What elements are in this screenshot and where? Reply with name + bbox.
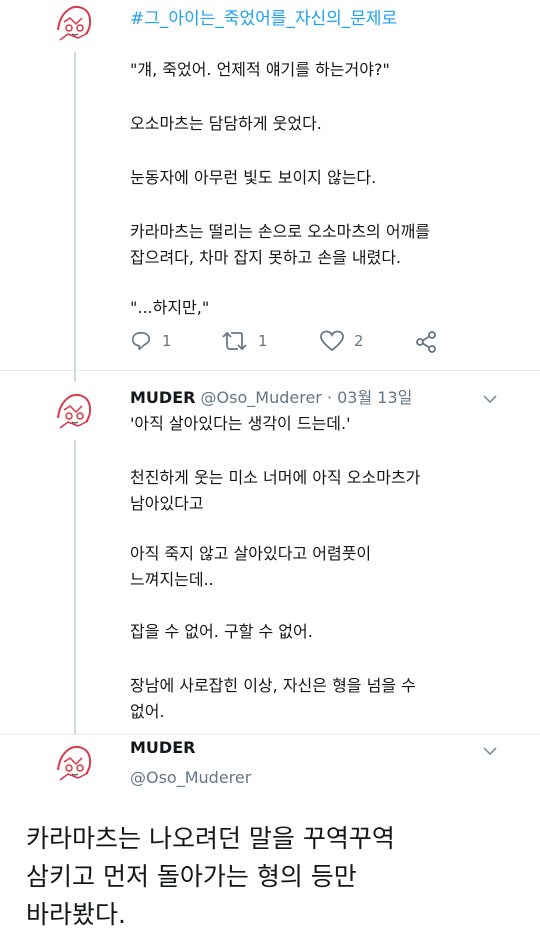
- reply-button[interactable]: 1: [130, 330, 172, 352]
- chevron-down-icon[interactable]: [482, 390, 498, 409]
- tweet-divider: [0, 734, 540, 735]
- share-button[interactable]: [414, 330, 438, 354]
- tweet-line: 바라봤다.: [26, 900, 126, 929]
- avatar[interactable]: [50, 740, 98, 788]
- tweet-line: 잡으려다, 차마 잡지 못하고 손을 내렸다.: [130, 248, 402, 267]
- handle[interactable]: @Oso_Muderer: [130, 768, 251, 787]
- thread-line-mid: [74, 440, 76, 735]
- reply-icon: [130, 330, 152, 352]
- like-count: 2: [354, 332, 364, 350]
- tweet-header: MUDER @Oso_Muderer · 03월 13일: [130, 384, 412, 408]
- tweet-line: 카라마츠는 떨리는 손으로 오소마츠의 어깨를: [130, 222, 431, 241]
- reply-count: 1: [162, 332, 172, 350]
- tweet-line: 카라마츠는 나오려던 말을 꾸역꾸역: [26, 824, 395, 853]
- tweet-line: "걔, 죽었어. 언제적 얘기를 하는거야?": [130, 60, 390, 79]
- thread-line-top: [74, 52, 76, 382]
- tweet-line: 아직 죽지 않고 살아있다고 어렴풋이: [130, 544, 372, 563]
- tweet-line: 천진하게 웃는 미소 너머에 아직 오소마츠가: [130, 468, 421, 487]
- retweet-count: 1: [258, 332, 268, 350]
- display-name[interactable]: MUDER: [130, 738, 195, 757]
- tweet-line: 없어.: [130, 702, 165, 721]
- tweet-line: 삼키고 먼저 돌아가는 형의 등만: [26, 862, 357, 891]
- heart-icon: [320, 330, 344, 352]
- hashtag-link[interactable]: #그_아이는_죽었어를_자신의_문제로: [130, 4, 397, 29]
- avatar[interactable]: [50, 388, 98, 436]
- avatar[interactable]: [50, 0, 98, 48]
- tweet-line: 남아있다고: [130, 494, 204, 513]
- tweet-divider: [0, 370, 540, 371]
- display-name[interactable]: MUDER: [130, 388, 195, 407]
- share-icon: [414, 330, 438, 354]
- tweet-text-large: 카라마츠는 나오려던 말을 꾸역꾸역 삼키고 먼저 돌아가는 형의 등만 바라봤…: [26, 820, 395, 934]
- retweet-button[interactable]: 1: [222, 330, 268, 352]
- tweet-line: 장남에 사로잡힌 이상, 자신은 형을 넘을 수: [130, 676, 416, 695]
- tweet-actions: 1 1 2: [130, 330, 450, 356]
- tweet-line: 오소마츠는 담담하게 웃었다.: [130, 114, 322, 133]
- chevron-down-icon[interactable]: [482, 742, 498, 761]
- tweet-line: "...하지만,": [130, 298, 210, 317]
- tweet-line: '아직 살아있다는 생각이 드는데.': [130, 414, 351, 433]
- tweet-line: 눈동자에 아무런 빛도 보이지 않는다.: [130, 168, 377, 187]
- handle-date[interactable]: @Oso_Muderer · 03월 13일: [201, 388, 413, 407]
- tweet-line: 느껴지는데..: [130, 570, 214, 589]
- tweet-line: 잡을 수 없어. 구할 수 없어.: [130, 622, 313, 641]
- retweet-icon: [222, 330, 248, 352]
- like-button[interactable]: 2: [320, 330, 364, 352]
